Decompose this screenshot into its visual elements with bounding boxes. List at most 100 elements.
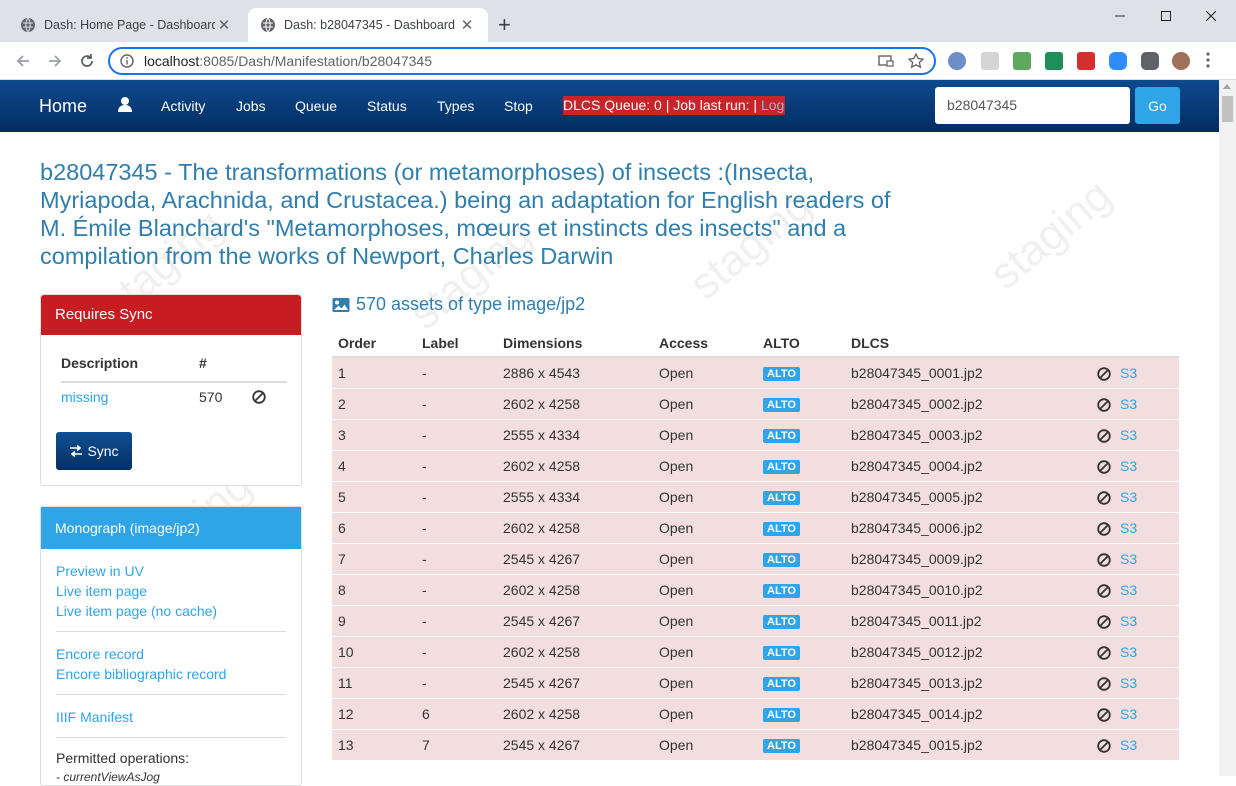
alto-badge[interactable]: ALTO [763,367,800,381]
permitted-label: Permitted operations: [56,750,190,766]
access-cell: Open [659,582,694,598]
browser-tab-manifestation[interactable]: Dash: b28047345 - Dashboard 2 ✕ [248,8,488,42]
s3-link[interactable]: S3 [1120,396,1137,412]
home-link[interactable]: Home [39,96,87,117]
live-item-page-nocache-link[interactable]: Live item page (no cache) [56,601,286,621]
minimize-icon[interactable] [1108,6,1132,26]
alto-badge[interactable]: ALTO [763,646,800,660]
window-close-icon[interactable] [1199,6,1223,26]
close-tab-icon[interactable]: ✕ [458,16,476,34]
close-tab-icon[interactable]: ✕ [215,16,233,34]
encore-bib-record-link[interactable]: Encore bibliographic record [56,664,286,684]
alto-badge[interactable]: ALTO [763,491,800,505]
s3-link[interactable]: S3 [1120,706,1137,722]
alto-badge[interactable]: ALTO [763,553,800,567]
nav-queue[interactable]: Queue [295,98,337,114]
info-icon[interactable] [120,54,134,68]
live-item-page-link[interactable]: Live item page [56,581,286,601]
scroll-up-icon[interactable] [1223,84,1231,89]
label-cell: - [422,520,427,536]
col-access: Access [659,335,709,351]
monograph-panel: Monograph (image/jp2) Preview in UV Live… [40,506,302,786]
ban-icon [1097,677,1111,691]
alto-badge[interactable]: ALTO [763,615,800,629]
kebab-menu-icon[interactable] [1206,52,1210,70]
zoom-extension-icon[interactable] [1109,52,1127,70]
vertical-scrollbar[interactable] [1219,80,1236,776]
alto-badge[interactable]: ALTO [763,429,800,443]
sync-button[interactable]: Sync [56,432,132,470]
iiif-manifest-link[interactable]: IIIF Manifest [56,707,286,727]
s3-link[interactable]: S3 [1120,427,1137,443]
s3-link[interactable]: S3 [1120,644,1137,660]
extension-icon[interactable] [1045,52,1063,70]
s3-link[interactable]: S3 [1120,613,1137,629]
address-bar[interactable]: localhost:8085/Dash/Manifestation/b28047… [108,47,936,75]
access-cell: Open [659,675,694,691]
dlcs-filename-cell: b28047345_0005.jp2 [851,489,983,505]
missing-link[interactable]: missing [61,389,108,405]
alto-badge[interactable]: ALTO [763,398,800,412]
nav-jobs[interactable]: Jobs [236,98,266,114]
table-row: 8 - 2602 x 4258 Open b28047345_0010.jp2 ALTO S… [332,575,1179,606]
s3-link[interactable]: S3 [1120,582,1137,598]
alto-badge[interactable]: ALTO [763,460,800,474]
table-row: 10 - 2602 x 4258 Open b28047345_0012.jp2 ALTO… [332,637,1179,668]
extension-icon[interactable] [1013,52,1031,70]
nav-status[interactable]: Status [367,98,407,114]
s3-link[interactable]: S3 [1120,489,1137,505]
dimensions-cell: 2545 x 4267 [503,613,581,629]
dlcs-filename-cell: b28047345_0001.jp2 [851,365,983,381]
extension-icon[interactable] [981,52,999,70]
dlcs-filename-cell: b28047345_0013.jp2 [851,675,983,691]
s3-link[interactable]: S3 [1120,675,1137,691]
alto-badge[interactable]: ALTO [763,584,800,598]
nav-activity[interactable]: Activity [161,98,205,114]
nav-stop[interactable]: Stop [504,98,533,114]
s3-link[interactable]: S3 [1120,737,1137,753]
s3-link[interactable]: S3 [1120,551,1137,567]
ban-icon [1097,708,1111,722]
order-cell: 8 [338,582,346,598]
ban-icon [1097,739,1111,753]
url-host: localhost [144,53,200,69]
browser-tab-home[interactable]: Dash: Home Page - Dashboard 2 ✕ [8,8,245,42]
dlcs-filename-cell: b28047345_0004.jp2 [851,458,983,474]
order-cell: 3 [338,427,346,443]
label-cell: - [422,396,427,412]
s3-link[interactable]: S3 [1120,365,1137,381]
extension-icon[interactable] [948,52,966,70]
go-button[interactable]: Go [1135,87,1180,124]
scroll-thumb[interactable] [1222,96,1233,122]
forward-arrow-icon[interactable] [44,50,66,72]
order-cell: 12 [338,706,354,722]
dimensions-cell: 2602 x 4258 [503,458,581,474]
cast-icon[interactable] [878,54,894,68]
extension-icon[interactable] [1077,52,1095,70]
dimensions-cell: 2602 x 4258 [503,582,581,598]
alto-cell: ALTO [763,364,800,381]
maximize-icon[interactable] [1154,6,1178,26]
s3-link[interactable]: S3 [1120,520,1137,536]
puzzle-extensions-icon[interactable] [1141,52,1159,70]
alto-badge[interactable]: ALTO [763,522,800,536]
alto-badge[interactable]: ALTO [763,677,800,691]
alto-badge[interactable]: ALTO [763,739,800,753]
profile-avatar[interactable] [1172,52,1190,70]
search-input[interactable]: b28047345 [935,87,1130,124]
dlcs-log-link[interactable]: Log [761,97,784,113]
nav-types[interactable]: Types [437,98,474,114]
alto-badge[interactable]: ALTO [763,708,800,722]
new-tab-icon[interactable]: + [498,14,511,36]
back-arrow-icon[interactable] [12,50,34,72]
encore-record-link[interactable]: Encore record [56,644,286,664]
reload-icon[interactable] [76,50,98,72]
access-cell: Open [659,520,694,536]
ban-icon [1097,429,1111,443]
s3-link[interactable]: S3 [1120,458,1137,474]
alto-cell: ALTO [763,612,800,629]
preview-uv-link[interactable]: Preview in UV [56,561,286,581]
user-icon[interactable] [117,96,133,112]
divider [61,381,287,383]
bookmark-star-icon[interactable] [908,53,924,69]
